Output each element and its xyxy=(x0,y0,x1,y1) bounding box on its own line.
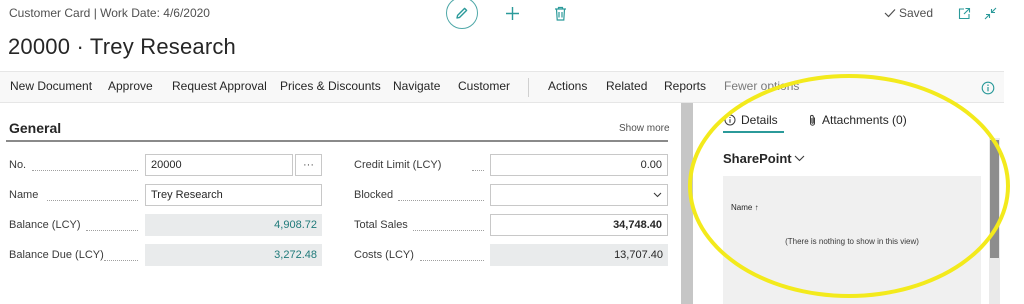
field-total-sales-value[interactable]: 34,748.40 xyxy=(490,214,668,236)
checkmark-icon xyxy=(884,9,896,18)
empty-view-message: (There is nothing to show in this view) xyxy=(785,237,919,246)
delete-button[interactable] xyxy=(552,4,568,22)
lookup-ellipsis-button[interactable]: ··· xyxy=(295,154,322,176)
field-label-blocked: Blocked xyxy=(354,189,394,201)
collapse-button[interactable] xyxy=(982,5,998,21)
factbox-scrollbar-thumb[interactable] xyxy=(990,140,999,258)
action-reports[interactable]: Reports xyxy=(664,79,706,93)
chevron-down-icon xyxy=(794,155,805,162)
sharepoint-title: SharePoint xyxy=(723,151,792,166)
show-more-link[interactable]: Show more xyxy=(619,123,670,134)
action-navigate[interactable]: Navigate xyxy=(393,79,440,93)
action-actions[interactable]: Actions xyxy=(548,79,587,93)
field-label-credit-limit: Credit Limit (LCY) xyxy=(354,159,442,171)
page-title: 20000 · Trey Research xyxy=(8,34,236,59)
paperclip-icon xyxy=(810,114,815,126)
action-new-document[interactable]: New Document xyxy=(10,79,92,93)
open-new-window-icon xyxy=(958,7,970,19)
tab-attachments-label: Attachments (0) xyxy=(822,113,907,127)
label-leader-dots xyxy=(104,260,138,261)
tab-attachments[interactable]: Attachments (0) xyxy=(808,113,907,127)
active-tab-indicator xyxy=(723,131,784,133)
page-scrollbar[interactable] xyxy=(681,103,693,304)
label-leader-dots xyxy=(420,260,484,261)
field-balance-value[interactable]: 4,908.72 xyxy=(145,214,322,236)
label-leader-dots xyxy=(398,200,484,201)
saved-label: Saved xyxy=(899,6,934,20)
field-label-name: Name xyxy=(9,189,39,201)
factbox-toggle-button[interactable] xyxy=(977,77,999,99)
section-divider xyxy=(6,140,668,142)
action-request-approval[interactable]: Request Approval xyxy=(172,79,267,93)
action-customer[interactable]: Customer xyxy=(458,79,510,93)
chevron-down-icon xyxy=(653,192,662,198)
field-blocked-select[interactable] xyxy=(490,184,668,206)
label-leader-dots xyxy=(47,200,138,201)
action-related[interactable]: Related xyxy=(606,79,647,93)
plus-icon xyxy=(505,6,519,20)
field-costs-value: 13,707.40 xyxy=(490,244,668,266)
field-label-no: No. xyxy=(9,159,27,171)
pencil-icon xyxy=(456,7,468,19)
info-icon xyxy=(981,81,995,95)
info-icon xyxy=(724,114,736,126)
field-label-balance-due: Balance Due (LCY) xyxy=(9,249,104,261)
label-leader-dots xyxy=(32,170,138,171)
breadcrumb: Customer Card | Work Date: 4/6/2020 xyxy=(9,6,210,20)
label-leader-dots xyxy=(86,230,138,231)
collapse-icon xyxy=(984,7,996,19)
field-label-total-sales: Total Sales xyxy=(354,219,408,231)
action-separator xyxy=(528,78,529,97)
field-label-balance: Balance (LCY) xyxy=(9,219,81,231)
trash-icon xyxy=(554,6,566,21)
open-new-window-button[interactable] xyxy=(956,5,972,21)
saved-status: Saved xyxy=(884,6,933,20)
label-leader-dots xyxy=(413,230,484,231)
field-no-input[interactable]: 20000 xyxy=(145,154,293,176)
field-balance-due-value[interactable]: 3,272.48 xyxy=(145,244,322,266)
label-leader-dots xyxy=(472,170,484,171)
edit-button[interactable] xyxy=(446,0,478,29)
field-name-input[interactable]: Trey Research xyxy=(145,184,322,206)
column-header-name[interactable]: Name ↑ xyxy=(731,203,759,212)
action-fewer-options[interactable]: Fewer options xyxy=(724,79,799,93)
action-approve[interactable]: Approve xyxy=(108,79,153,93)
tab-details-label: Details xyxy=(741,113,778,127)
sharepoint-header[interactable]: SharePoint xyxy=(723,151,805,166)
new-button[interactable] xyxy=(503,4,521,22)
action-prices-discounts[interactable]: Prices & Discounts xyxy=(280,79,381,93)
field-credit-limit-input[interactable]: 0.00 xyxy=(490,154,668,176)
tab-details[interactable]: Details xyxy=(724,113,778,127)
section-title-general: General xyxy=(9,120,62,136)
field-label-costs: Costs (LCY) xyxy=(354,249,414,261)
